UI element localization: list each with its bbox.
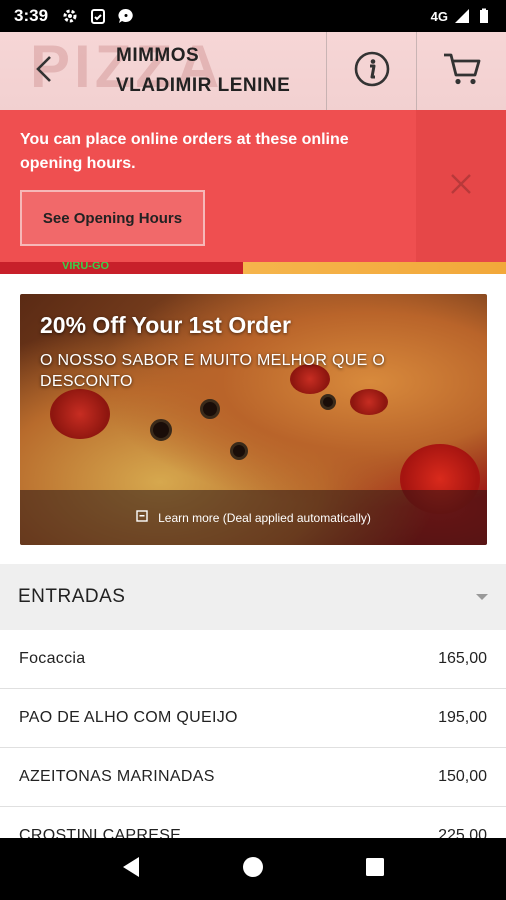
menu-list: Focaccia 165,00 PAO DE ALHO COM QUEIJO 1…	[0, 630, 506, 866]
info-button[interactable]	[326, 32, 416, 110]
online-ordering-notice: You can place online orders at these onl…	[0, 110, 506, 262]
pepperoni-decor	[50, 389, 110, 439]
notice-message: You can place online orders at these onl…	[20, 131, 349, 172]
back-arrow-icon	[34, 54, 54, 89]
deal-title: 20% Off Your 1st Order	[40, 312, 291, 338]
restaurant-title: MIMMOS VLADIMIR LENINE	[90, 32, 326, 110]
signal-icon	[454, 8, 470, 24]
status-icons-right: 4G	[431, 8, 492, 24]
deal-learn-more-text: Learn more (Deal applied automatically)	[158, 510, 371, 525]
clipboard-icon	[90, 8, 106, 24]
menu-item[interactable]: Focaccia 165,00	[0, 630, 506, 689]
menu-item[interactable]: AZEITONAS MARINADAS 150,00	[0, 748, 506, 807]
gear-icon	[62, 8, 78, 24]
pepperoni-decor	[350, 389, 388, 415]
menu-item-name: Focaccia	[19, 650, 86, 667]
chat-bubble-icon	[118, 8, 134, 24]
dropdown-arrow-icon	[476, 594, 488, 600]
close-icon	[449, 172, 473, 201]
coupon-icon	[136, 510, 148, 525]
network-type: 4G	[430, 8, 448, 24]
restaurant-name: MIMMOS	[116, 45, 200, 66]
battery-icon	[476, 8, 492, 24]
menu-item-price: 195,00	[438, 709, 487, 726]
olive-decor	[230, 442, 248, 460]
back-button[interactable]	[0, 32, 90, 110]
menu-item-price: 150,00	[438, 768, 487, 785]
status-bar: 3:39 4G	[0, 0, 506, 32]
deal-subtitle: O NOSSO SABOR E MUITO MELHOR QUE O DESCO…	[40, 352, 386, 390]
app-bar: MIMMOS VLADIMIR LENINE	[0, 32, 506, 110]
category-header[interactable]: ENTRADAS	[0, 564, 506, 630]
olive-decor	[320, 394, 336, 410]
cart-button[interactable]	[416, 32, 506, 110]
home-circle-icon[interactable]	[242, 856, 264, 883]
info-icon	[353, 50, 391, 93]
see-opening-hours-button[interactable]: See Opening Hours	[20, 190, 205, 246]
notice-content: You can place online orders at these onl…	[0, 110, 416, 262]
deal-learn-more[interactable]: Learn more (Deal applied automatically)	[20, 490, 487, 545]
notice-close-button[interactable]	[416, 110, 506, 262]
status-time: 3:39	[14, 6, 49, 25]
recents-square-icon[interactable]	[365, 857, 385, 882]
deal-banner[interactable]: 20% Off Your 1st Order O NOSSO SABOR E M…	[20, 294, 487, 545]
cart-icon	[442, 51, 482, 92]
status-icons-left	[62, 8, 134, 24]
olive-decor	[200, 399, 220, 419]
restaurant-location: VLADIMIR LENINE	[116, 75, 291, 96]
menu-item-name: AZEITONAS MARINADAS	[19, 768, 215, 785]
category-label: ENTRADAS	[18, 586, 126, 607]
menu-item-price: 165,00	[438, 650, 487, 667]
menu-item[interactable]: PAO DE ALHO COM QUEIJO 195,00	[0, 689, 506, 748]
olive-decor	[150, 419, 172, 441]
back-triangle-icon[interactable]	[121, 856, 141, 883]
menu-item-name: PAO DE ALHO COM QUEIJO	[19, 709, 238, 726]
system-nav-bar	[0, 838, 506, 900]
